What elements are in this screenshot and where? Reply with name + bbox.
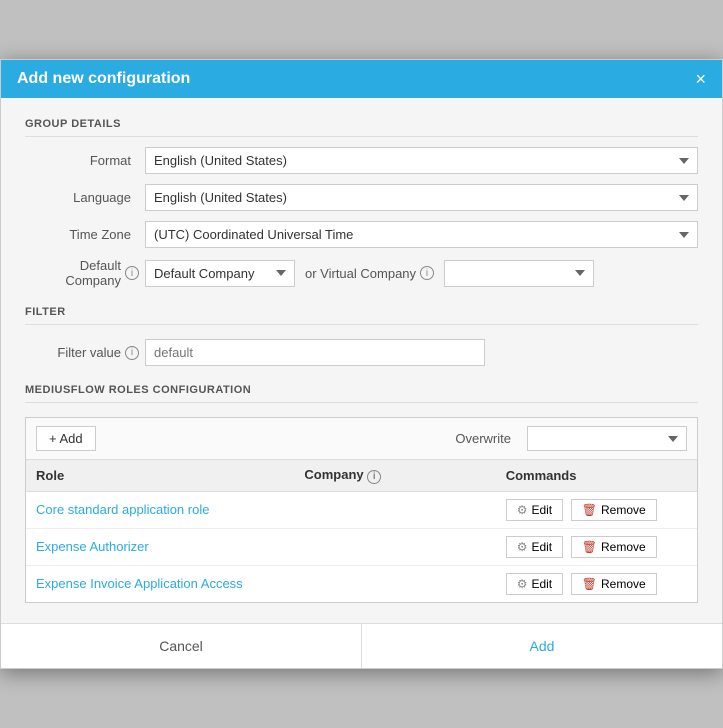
default-company-label: Default Company [25, 258, 121, 288]
commands-cell: ⚙ Edit 🗑 Remove [496, 528, 697, 565]
default-company-label-group: Default Company i [25, 258, 145, 288]
remove-button[interactable]: 🗑 Remove [571, 499, 657, 521]
cancel-button[interactable]: Cancel [1, 624, 362, 668]
edit-label: Edit [531, 540, 552, 554]
remove-button[interactable]: 🗑 Remove [571, 573, 657, 595]
default-company-select[interactable]: Default Company [145, 260, 295, 287]
language-label: Language [25, 190, 145, 205]
trash-icon: 🗑 [582, 540, 597, 554]
company-row: Default Company i Default Company or Vir… [25, 258, 698, 288]
add-role-label: + Add [49, 431, 83, 446]
remove-label: Remove [601, 577, 646, 591]
timezone-row: Time Zone (UTC) Coordinated Universal Ti… [25, 221, 698, 248]
roles-title: MEDIUSFLOW ROLES CONFIGURATION [25, 384, 698, 403]
roles-section: MEDIUSFLOW ROLES CONFIGURATION + Add Ove… [25, 384, 698, 603]
filter-title: FILTER [25, 306, 698, 325]
edit-button[interactable]: ⚙ Edit [506, 573, 563, 595]
role-cell: Expense Authorizer [26, 528, 294, 565]
commands-cell: ⚙ Edit 🗑 Remove [496, 491, 697, 528]
timezone-label: Time Zone [25, 227, 145, 242]
gear-icon: ⚙ [517, 540, 528, 554]
edit-label: Edit [531, 503, 552, 517]
group-details-title: GROUP DETAILS [25, 118, 698, 137]
role-link[interactable]: Expense Authorizer [36, 539, 149, 554]
close-button[interactable]: × [695, 70, 706, 88]
add-role-button[interactable]: + Add [36, 426, 96, 451]
virtual-company-info-icon: i [420, 266, 434, 280]
modal-title: Add new configuration [17, 70, 190, 88]
overwrite-label: Overwrite [455, 431, 511, 446]
filter-input[interactable] [145, 339, 485, 366]
format-row: Format English (United States) [25, 147, 698, 174]
roles-table-wrapper: Role Company i Commands [26, 460, 697, 602]
add-button[interactable]: Add [362, 624, 722, 668]
edit-button[interactable]: ⚙ Edit [506, 499, 563, 521]
trash-icon: 🗑 [582, 503, 597, 517]
roles-table: Role Company i Commands [26, 460, 697, 602]
company-cell [294, 565, 495, 602]
company-cell [294, 491, 495, 528]
col-header-commands: Commands [496, 460, 697, 491]
role-cell: Expense Invoice Application Access [26, 565, 294, 602]
role-cell: Core standard application role [26, 491, 294, 528]
remove-label: Remove [601, 540, 646, 554]
trash-icon: 🗑 [582, 577, 597, 591]
edit-label: Edit [531, 577, 552, 591]
company-col-info-icon: i [367, 470, 381, 484]
timezone-select[interactable]: (UTC) Coordinated Universal Time [145, 221, 698, 248]
remove-label: Remove [601, 503, 646, 517]
language-row: Language English (United States) [25, 184, 698, 211]
or-virtual-company-label-group: or Virtual Company i [305, 266, 434, 281]
format-select[interactable]: English (United States) [145, 147, 698, 174]
gear-icon: ⚙ [517, 577, 528, 591]
format-label: Format [25, 153, 145, 168]
overwrite-select[interactable] [527, 426, 687, 451]
roles-container: + Add Overwrite Role [25, 417, 698, 603]
language-select[interactable]: English (United States) [145, 184, 698, 211]
roles-table-body: Core standard application role ⚙ Edit [26, 491, 697, 602]
filter-section-gap: FILTER [25, 306, 698, 325]
company-cell [294, 528, 495, 565]
default-company-info-icon: i [125, 266, 139, 280]
filter-label: Filter value [57, 345, 121, 360]
modal-footer: Cancel Add [1, 623, 722, 668]
modal-header: Add new configuration × [1, 60, 722, 98]
or-virtual-label: or Virtual Company [305, 266, 416, 281]
table-row: Expense Authorizer ⚙ Edit 🗑 [26, 528, 697, 565]
remove-button[interactable]: 🗑 Remove [571, 536, 657, 558]
add-configuration-modal: Add new configuration × GROUP DETAILS Fo… [0, 59, 723, 669]
filter-row: Filter value i [25, 339, 698, 366]
col-header-role: Role [26, 460, 294, 491]
roles-table-head: Role Company i Commands [26, 460, 697, 491]
commands-cell: ⚙ Edit 🗑 Remove [496, 565, 697, 602]
roles-toolbar: + Add Overwrite [26, 418, 697, 460]
role-link[interactable]: Expense Invoice Application Access [36, 576, 243, 591]
virtual-company-select[interactable] [444, 260, 594, 287]
modal-body: GROUP DETAILS Format English (United Sta… [1, 98, 722, 623]
filter-label-group: Filter value i [25, 345, 145, 360]
role-link[interactable]: Core standard application role [36, 502, 209, 517]
table-row: Core standard application role ⚙ Edit [26, 491, 697, 528]
table-row: Expense Invoice Application Access ⚙ Edi… [26, 565, 697, 602]
edit-button[interactable]: ⚙ Edit [506, 536, 563, 558]
gear-icon: ⚙ [517, 503, 528, 517]
col-header-company: Company i [294, 460, 495, 491]
filter-info-icon: i [125, 346, 139, 360]
